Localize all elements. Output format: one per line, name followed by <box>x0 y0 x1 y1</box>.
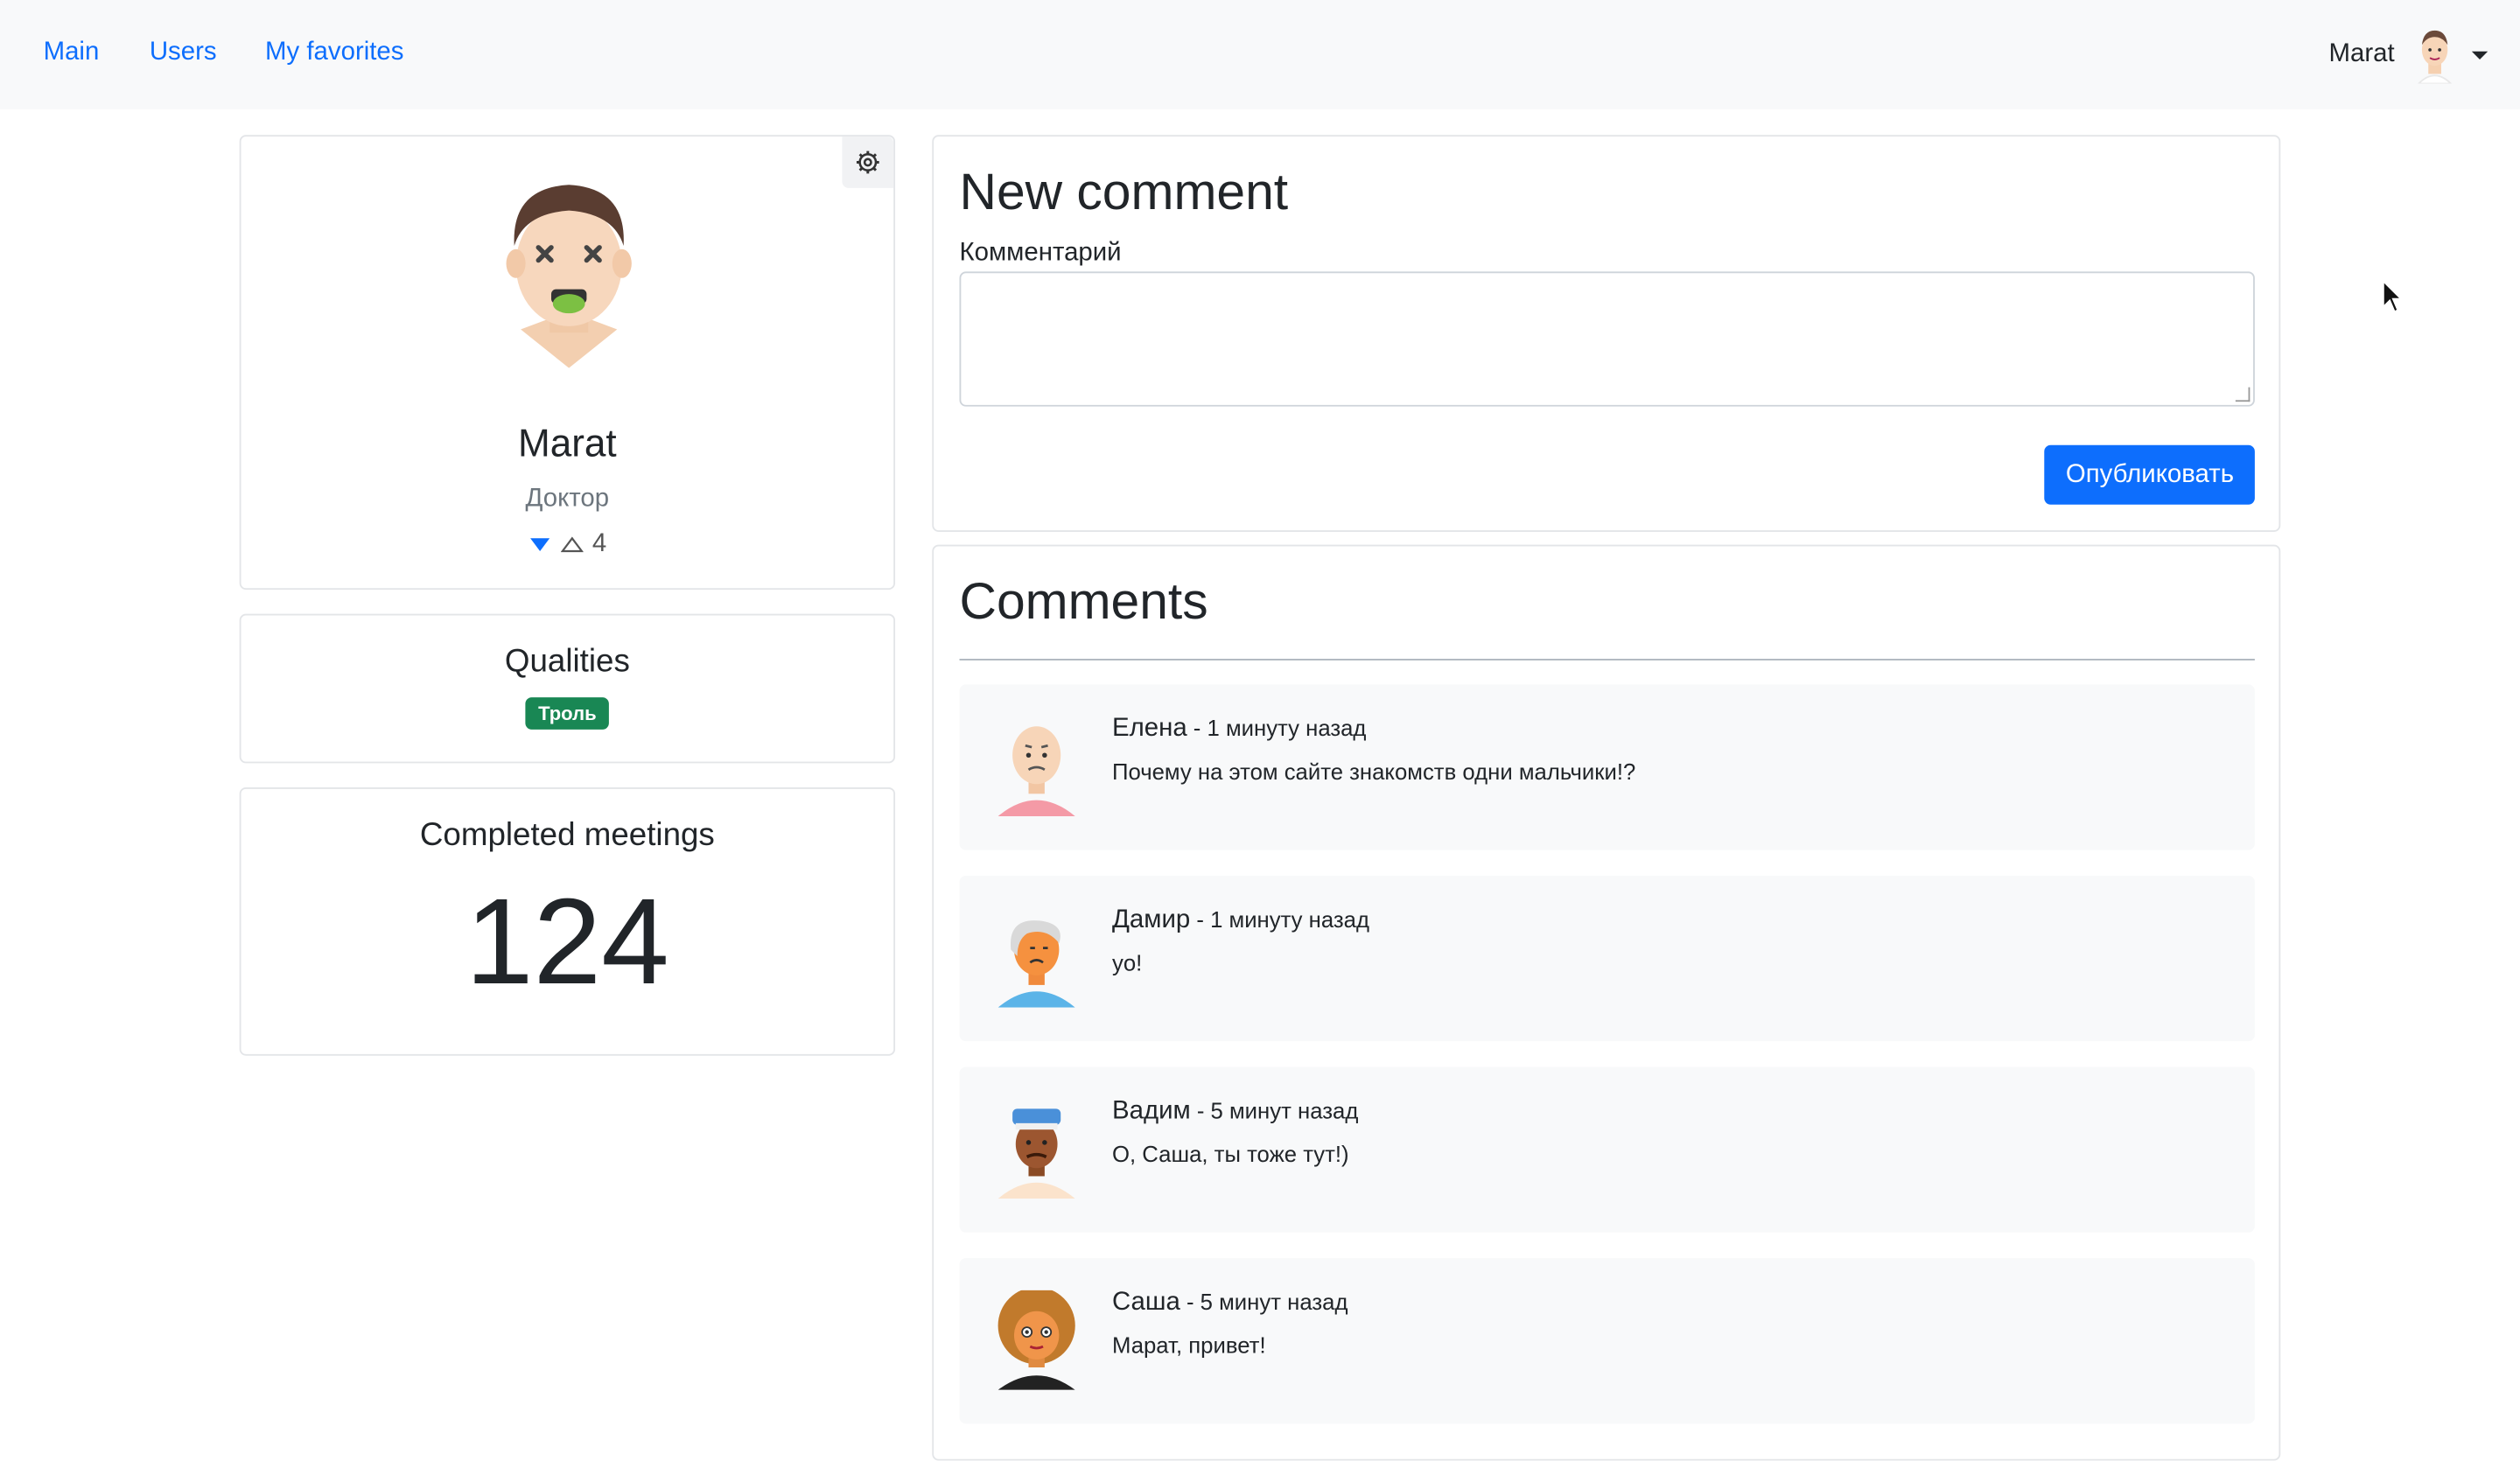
profile-card: Marat Доктор 4 <box>239 135 896 591</box>
user-avatar <box>2417 30 2453 84</box>
page: Main Users My favorites Marat Marat Докт… <box>0 0 2520 1461</box>
meetings-card: Completed meetings 124 <box>239 786 896 1056</box>
nav-link-main[interactable]: Main <box>44 38 100 67</box>
comment-avatar <box>998 726 1075 817</box>
meetings-title: Completed meetings <box>419 817 715 854</box>
comment-item: Дамир - 1 минуту назад yo! <box>959 876 2255 1042</box>
comment-author[interactable]: Дамир <box>1112 906 1190 933</box>
comment-author[interactable]: Вадим <box>1112 1097 1191 1124</box>
comment-header: Саша - 5 минут назад <box>1112 1289 1348 1318</box>
new-comment-title: New comment <box>959 162 1289 220</box>
comment-text: Марат, привет! <box>1111 1332 1266 1359</box>
comment-textarea[interactable] <box>959 271 2255 407</box>
nav-link-users[interactable]: Users <box>150 38 217 67</box>
publish-button[interactable]: Опубликовать <box>2044 444 2255 505</box>
gear-icon <box>856 150 879 174</box>
comment-time: - 5 минут назад <box>1180 1289 1348 1315</box>
comment-item: Саша - 5 минут назад Марат, привет! <box>959 1258 2255 1424</box>
comments-title: Comments <box>959 571 1208 630</box>
resize-grip-icon[interactable] <box>2235 387 2250 402</box>
rating-value: 4 <box>592 530 607 558</box>
comment-text: Почему на этом сайте знакомств одни маль… <box>1111 758 1636 785</box>
comment-time: - 1 минуту назад <box>1190 905 1370 933</box>
qualities-title: Qualities <box>504 644 630 680</box>
profile-role: Доктор <box>525 485 610 513</box>
comment-field-label: Комментарий <box>959 239 1122 267</box>
vote-up-icon[interactable] <box>560 536 583 553</box>
comment-header: Елена - 1 минуту назад <box>1112 715 1366 744</box>
comment-avatar <box>998 920 1075 1008</box>
comments-divider <box>959 659 2255 661</box>
user-menu[interactable]: Marat <box>2329 23 2488 87</box>
comment-header: Вадим - 5 минут назад <box>1112 1097 1358 1126</box>
mouse-cursor-icon <box>2382 279 2404 313</box>
profile-avatar <box>506 185 632 368</box>
comment-author[interactable]: Елена <box>1112 715 1187 742</box>
quality-badge: Троль <box>525 697 610 730</box>
meetings-count: 124 <box>465 874 669 1011</box>
chevron-down-icon[interactable] <box>2471 50 2488 59</box>
vote-down-icon[interactable] <box>528 536 550 552</box>
qualities-card: Qualities Троль <box>239 613 896 764</box>
profile-name: Marat <box>517 423 617 466</box>
comment-time: - 5 минут назад <box>1190 1097 1359 1123</box>
comment-text: О, Саша, ты тоже тут!) <box>1111 1141 1349 1167</box>
comment-time: - 1 минуту назад <box>1186 715 1367 741</box>
user-menu-name: Marat <box>2328 39 2395 68</box>
comment-item: Елена - 1 минуту назад Почему на этом са… <box>959 684 2255 850</box>
comment-author[interactable]: Саша <box>1112 1289 1180 1316</box>
comment-avatar <box>998 1108 1075 1199</box>
nav-link-favorites[interactable]: My favorites <box>265 38 403 67</box>
comments-card: Comments Елена - 1 минуту назад Почему н… <box>932 544 2281 1461</box>
rating-control: 4 <box>242 530 894 559</box>
settings-button[interactable] <box>842 136 894 188</box>
new-comment-card: New comment Комментарий Опубликовать <box>932 135 2281 532</box>
comment-item: Вадим - 5 минут назад О, Саша, ты тоже т… <box>959 1066 2255 1233</box>
comment-text: yo! <box>1111 949 1143 975</box>
navbar: Main Users My favorites Marat <box>0 0 2520 109</box>
comment-avatar <box>998 1290 1075 1390</box>
comment-header: Дамир - 1 минуту назад <box>1112 906 1369 935</box>
